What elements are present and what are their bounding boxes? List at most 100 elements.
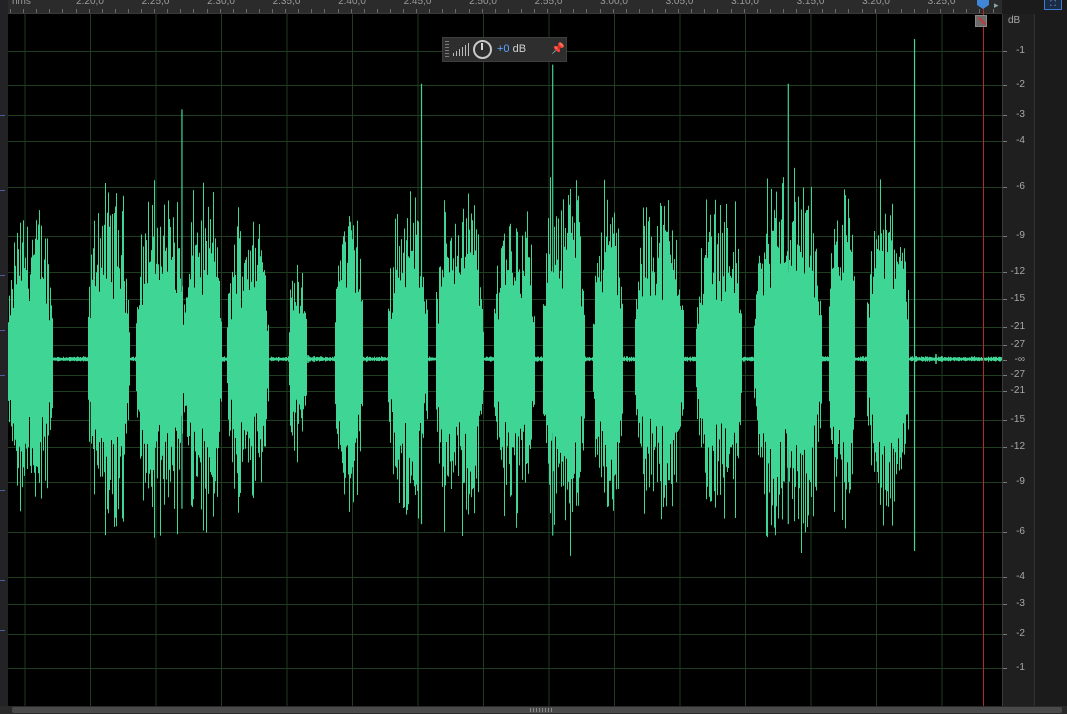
ruler-tick	[730, 9, 732, 13]
ruler-tick	[429, 9, 431, 13]
amplitude-hud[interactable]: +0 dB 📌	[442, 37, 567, 62]
waveform-svg	[8, 14, 1002, 706]
db-tick	[1003, 604, 1007, 605]
ruler-label: 2:20,0	[76, 0, 104, 7]
db-tick	[1003, 299, 1007, 300]
db-label: -12	[1010, 440, 1025, 452]
db-tick	[1003, 272, 1007, 273]
waveform-display[interactable]	[8, 14, 1002, 706]
ruler-label: 3:20,0	[862, 0, 890, 7]
ruler-tick	[75, 9, 77, 13]
edge-tick	[0, 580, 5, 581]
ruler-tick	[363, 9, 365, 13]
ruler-label: 2:40,0	[338, 0, 366, 7]
ruler-tick	[494, 9, 496, 13]
ruler-label: 2:25,0	[141, 0, 170, 7]
ruler-tick	[848, 9, 850, 13]
time-ruler[interactable]: hms 2:20,0 2:25,0 2:30,0 2:35,0 2:40,0 2:45,0…	[8, 0, 1002, 14]
ruler-tick	[114, 9, 116, 13]
db-label: -2	[1016, 627, 1025, 639]
ruler-label: 2:30,0	[207, 0, 235, 7]
ruler-tick	[586, 9, 588, 13]
ruler-tick	[127, 9, 129, 13]
edge-tick	[0, 115, 5, 116]
ruler-tick	[573, 9, 575, 13]
hud-drag-handle[interactable]	[445, 41, 449, 59]
ruler-label: 3:05,0	[665, 0, 694, 7]
ruler-tick	[154, 9, 156, 13]
ruler-tick	[599, 9, 601, 13]
db-label: -6	[1016, 180, 1025, 192]
edge-tick	[0, 490, 5, 491]
ruler-tick	[809, 9, 811, 13]
ruler-tick	[350, 9, 352, 13]
ruler-tick	[376, 9, 378, 13]
db-label: -12	[1010, 265, 1025, 277]
ruler-tick	[887, 9, 889, 13]
ruler-tick	[520, 9, 522, 13]
ruler-tick	[927, 9, 928, 13]
db-label: -21	[1010, 320, 1025, 332]
db-tick	[1003, 345, 1007, 346]
db-tick	[1003, 85, 1007, 86]
ruler-tick	[913, 9, 915, 13]
ruler-tick	[638, 9, 640, 13]
edge-tick	[0, 630, 5, 631]
ruler-tick	[900, 9, 902, 13]
db-tick	[1003, 360, 1007, 361]
ruler-unit-label: hms	[12, 0, 31, 7]
playhead-line[interactable]	[983, 0, 984, 706]
ruler-label: 3:25,0	[927, 0, 956, 7]
ruler-tick	[442, 9, 444, 13]
ruler-tick	[88, 9, 90, 13]
db-tick	[1003, 236, 1007, 237]
ruler-tick	[534, 9, 535, 13]
ruler-tick	[861, 9, 863, 13]
knob-icon[interactable]	[473, 40, 492, 59]
db-label: -1	[1016, 44, 1025, 56]
db-label: -27	[1010, 338, 1025, 350]
ruler-label: 2:45,0	[403, 0, 432, 7]
ruler-tick	[245, 9, 247, 13]
ruler-tick	[232, 9, 234, 13]
db-label: -3	[1016, 597, 1025, 609]
db-label: -∞	[1014, 353, 1025, 365]
clip-indicator-icon[interactable]	[975, 15, 987, 27]
ruler-tick	[49, 9, 51, 13]
amplitude-number: +0	[497, 43, 510, 55]
ruler-tick	[796, 9, 797, 13]
ruler-tick	[258, 9, 260, 13]
ruler-label: 3:00,0	[600, 0, 628, 7]
ruler-tick	[193, 9, 195, 13]
db-tick	[1003, 532, 1007, 533]
level-bars-icon	[453, 43, 469, 56]
ruler-tick	[704, 9, 706, 13]
ruler-tick	[403, 9, 404, 13]
db-tick	[1003, 327, 1007, 328]
ruler-tick	[940, 9, 942, 13]
pin-icon[interactable]: 📌	[551, 43, 565, 56]
ruler-tick	[337, 9, 339, 13]
db-label: -4	[1016, 570, 1025, 582]
scrollbar-grip	[530, 708, 554, 712]
ruler-label: 3:15,0	[796, 0, 825, 7]
ruler-tick	[468, 9, 470, 13]
db-tick	[1003, 447, 1007, 448]
db-unit-label: dB	[1008, 15, 1021, 26]
ruler-tick	[691, 9, 693, 13]
db-label: -21	[1010, 384, 1025, 396]
ruler-tick	[717, 9, 719, 13]
ruler-end-marker: ▸	[994, 0, 999, 10]
db-tick	[1003, 420, 1007, 421]
ruler-tick	[756, 9, 758, 13]
zoom-fit-button[interactable]: ⛶	[1044, 0, 1062, 10]
db-tick	[1003, 391, 1007, 392]
ruler-tick	[507, 9, 509, 13]
db-tick	[1003, 115, 1007, 116]
db-tick	[1003, 375, 1007, 376]
amplitude-value[interactable]: +0 dB	[497, 43, 526, 55]
db-label: -9	[1016, 229, 1025, 241]
ruler-tick	[782, 9, 784, 13]
ruler-tick	[769, 9, 771, 13]
db-label: -2	[1016, 78, 1025, 90]
